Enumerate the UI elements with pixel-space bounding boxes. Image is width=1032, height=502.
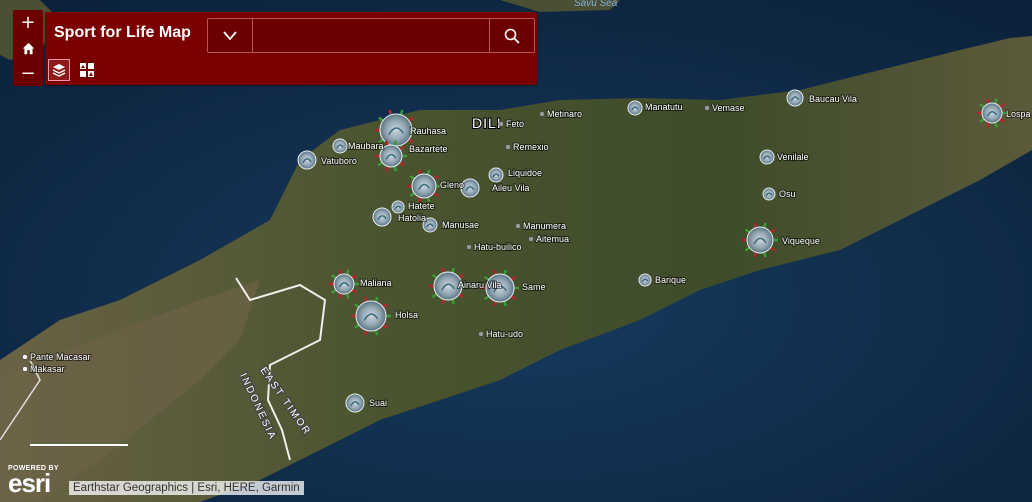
place-label: Pante Macasar bbox=[30, 352, 91, 362]
cluster-marker[interactable] bbox=[297, 150, 317, 170]
place-label: Rauhasa bbox=[410, 126, 446, 136]
cluster-marker[interactable] bbox=[391, 200, 405, 214]
esri-logo: POWERED BY esri bbox=[8, 465, 59, 498]
place-label: Manumera bbox=[523, 221, 566, 231]
home-icon bbox=[22, 42, 34, 54]
cluster-marker[interactable] bbox=[627, 100, 643, 116]
basemap-gallery-icon bbox=[80, 63, 94, 77]
place-point bbox=[505, 144, 511, 150]
place-point bbox=[478, 331, 484, 337]
scale-bar bbox=[30, 440, 128, 446]
cluster-marker[interactable] bbox=[345, 393, 365, 413]
app-title: Sport for Life Map bbox=[54, 24, 191, 41]
place-label: Liquidoe bbox=[508, 168, 542, 178]
place-point bbox=[22, 366, 28, 372]
cluster-marker[interactable] bbox=[372, 207, 392, 227]
place-point bbox=[539, 111, 545, 117]
sea-label: Savu Sea bbox=[574, 0, 618, 9]
chevron-down-icon bbox=[223, 30, 237, 40]
layers-icon bbox=[52, 64, 66, 77]
place-label: Bazartete bbox=[409, 144, 448, 154]
place-label: Same bbox=[522, 282, 546, 292]
place-label: Aileu Vila bbox=[492, 183, 529, 193]
place-label: Aitemua bbox=[536, 234, 569, 244]
cluster-marker[interactable] bbox=[786, 89, 804, 107]
place-point bbox=[515, 223, 521, 229]
place-label: Makasar bbox=[30, 364, 65, 374]
place-label: Feto bbox=[506, 119, 524, 129]
place-label: Vatuboro bbox=[321, 156, 357, 166]
search-input[interactable] bbox=[254, 23, 486, 49]
cluster-marker[interactable] bbox=[759, 149, 775, 165]
attribution[interactable]: Earthstar Geographics | Esri, HERE, Garm… bbox=[69, 481, 304, 495]
place-label: Viqueque bbox=[782, 236, 820, 246]
place-point bbox=[498, 121, 504, 127]
place-label: Barique bbox=[655, 275, 686, 285]
place-label: Venilale bbox=[777, 152, 809, 162]
zoom-out-button[interactable]: − bbox=[13, 61, 43, 86]
place-label: Hatolia bbox=[398, 213, 426, 223]
place-label: Hatete bbox=[408, 201, 435, 211]
place-point bbox=[528, 236, 534, 242]
search-source-dropdown[interactable] bbox=[208, 19, 253, 52]
place-point bbox=[22, 354, 28, 360]
place-label: Metinaro bbox=[547, 109, 582, 119]
place-point bbox=[704, 105, 710, 111]
place-label: Lospa bbox=[1006, 109, 1031, 119]
capital-label: DILI bbox=[472, 115, 502, 131]
search-icon bbox=[504, 28, 520, 44]
home-button[interactable] bbox=[13, 36, 43, 61]
place-label: Remexio bbox=[513, 142, 549, 152]
cluster-marker[interactable] bbox=[762, 187, 776, 201]
place-label: Hatu-udo bbox=[486, 329, 523, 339]
tool-bar bbox=[48, 59, 98, 81]
place-label: Maubara bbox=[348, 141, 384, 151]
place-label: Ainaru Vila bbox=[458, 280, 501, 290]
cluster-marker[interactable] bbox=[638, 273, 652, 287]
place-label: Gleno bbox=[440, 180, 464, 190]
place-label: Baucau Vila bbox=[809, 94, 857, 104]
basemap-button[interactable] bbox=[76, 59, 98, 81]
place-label: Osu bbox=[779, 189, 796, 199]
zoom-in-button[interactable]: + bbox=[13, 10, 43, 35]
place-point bbox=[466, 244, 472, 250]
esri-wordmark: esri bbox=[8, 468, 51, 498]
zoom-controls: + − bbox=[13, 10, 43, 86]
search-button[interactable] bbox=[489, 19, 534, 52]
place-label: Holsa bbox=[395, 310, 418, 320]
app-header: Sport for Life Map bbox=[45, 12, 537, 85]
place-label: Suai bbox=[369, 398, 387, 408]
place-label: Manatutu bbox=[645, 102, 683, 112]
place-label: Hatu-builico bbox=[474, 242, 522, 252]
search-box bbox=[207, 18, 535, 53]
cluster-marker[interactable] bbox=[488, 167, 504, 183]
layers-button[interactable] bbox=[48, 59, 70, 81]
place-label: Manusae bbox=[442, 220, 479, 230]
place-label: Vemase bbox=[712, 103, 745, 113]
place-label: Maliana bbox=[360, 278, 392, 288]
cluster-marker[interactable] bbox=[332, 138, 348, 154]
